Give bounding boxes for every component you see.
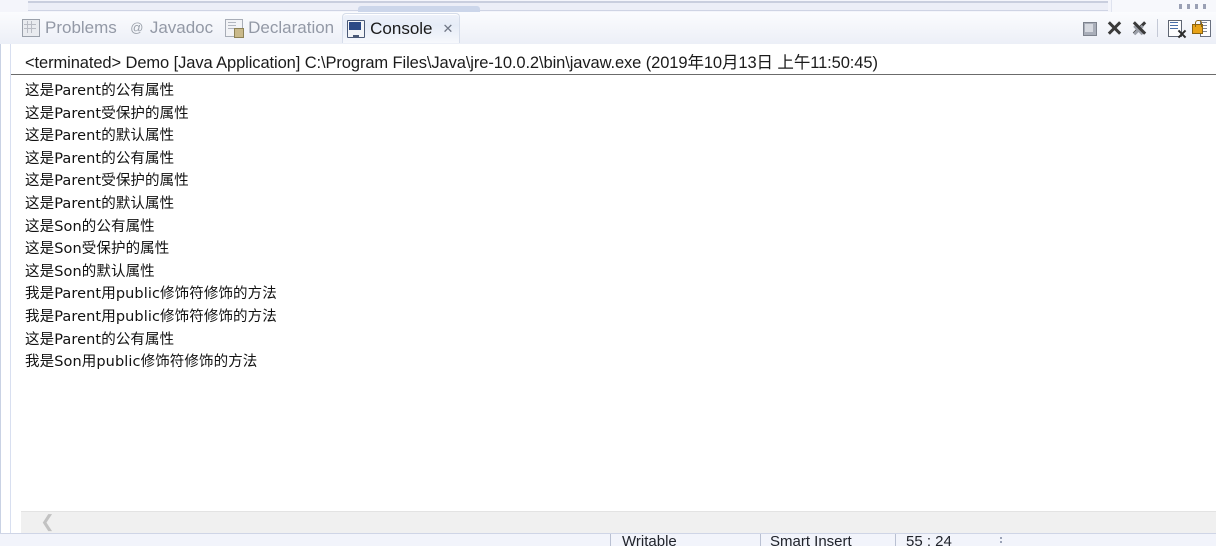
console-output-lines: 这是Parent的公有属性 这是Parent受保护的属性 这是Parent的默认… [25,80,1205,374]
console-line: 这是Parent受保护的属性 [25,173,189,190]
status-cursor-position: 55 : 24 [906,533,952,546]
chrome-right-stub [1111,0,1216,12]
console-line: 我是Parent用public修饰符修饰的方法 [25,286,277,303]
close-icon[interactable]: ✕ [443,22,454,35]
console-line: 这是Parent的默认属性 [25,195,175,212]
declaration-icon [225,19,245,38]
problems-icon [22,19,40,37]
header-separator [11,74,1216,75]
terminate-button[interactable] [1078,17,1100,39]
status-resize-dots [1000,537,1002,539]
console-line: 这是Son受保护的属性 [25,241,170,258]
scroll-lock-button[interactable] [1190,17,1212,39]
console-left-rail [1,44,11,533]
console-line: 这是Parent的公有属性 [25,331,175,348]
toolbar-separator [1157,19,1158,37]
console-line: 这是Parent的公有属性 [25,83,175,99]
remove-launch-button[interactable] [1103,17,1125,39]
console-toolbar [1078,12,1212,44]
tab-javadoc-label: Javadoc [149,18,214,37]
tab-console-label: Console [370,18,433,38]
status-insert-mode: Smart Insert [770,533,852,546]
console-view: Problems @ Javadoc Declaration Console ✕ [0,12,1216,533]
console-line: 我是Parent用public修饰符修饰的方法 [25,308,277,325]
chrome-line-body [28,3,1108,11]
tab-problems[interactable]: Problems [18,13,123,43]
console-line: 这是Parent受保护的属性 [25,105,189,122]
tab-declaration-label: Declaration [248,18,335,37]
console-output-surface[interactable]: <terminated> Demo [Java Application] C:\… [11,44,1216,533]
status-divider [895,534,896,546]
scroll-left-icon[interactable]: ❮ [37,512,58,533]
view-tab-strip: Problems @ Javadoc Declaration Console ✕ [0,12,1216,44]
tab-console[interactable]: Console ✕ [342,13,461,43]
tab-declaration[interactable]: Declaration [221,13,340,43]
console-icon [347,19,366,38]
remove-all-launches-button[interactable] [1128,17,1150,39]
console-line: 这是Son的公有属性 [25,218,155,235]
console-line: 这是Son的默认属性 [25,263,155,280]
status-writable: Writable [622,533,677,546]
tab-javadoc[interactable]: @ Javadoc [125,13,219,43]
console-line: 这是Parent的公有属性 [25,150,175,167]
status-bar: Writable Smart Insert 55 : 24 [0,533,1216,546]
console-line: 这是Parent的默认属性 [25,128,175,145]
tab-problems-label: Problems [45,18,117,37]
status-divider [760,534,761,546]
javadoc-icon: @ [130,20,144,35]
window-chrome-sliver [0,0,1216,12]
console-body: <terminated> Demo [Java Application] C:\… [0,44,1216,533]
view-tab-list: Problems @ Javadoc Declaration Console ✕ [18,12,462,44]
status-divider [610,534,611,546]
clear-console-button[interactable] [1165,17,1187,39]
process-header-line: <terminated> Demo [Java Application] C:\… [25,54,878,72]
console-line: 我是Son用public修饰符修饰的方法 [25,354,258,371]
horizontal-scrollbar[interactable]: ❮ [21,511,1216,533]
